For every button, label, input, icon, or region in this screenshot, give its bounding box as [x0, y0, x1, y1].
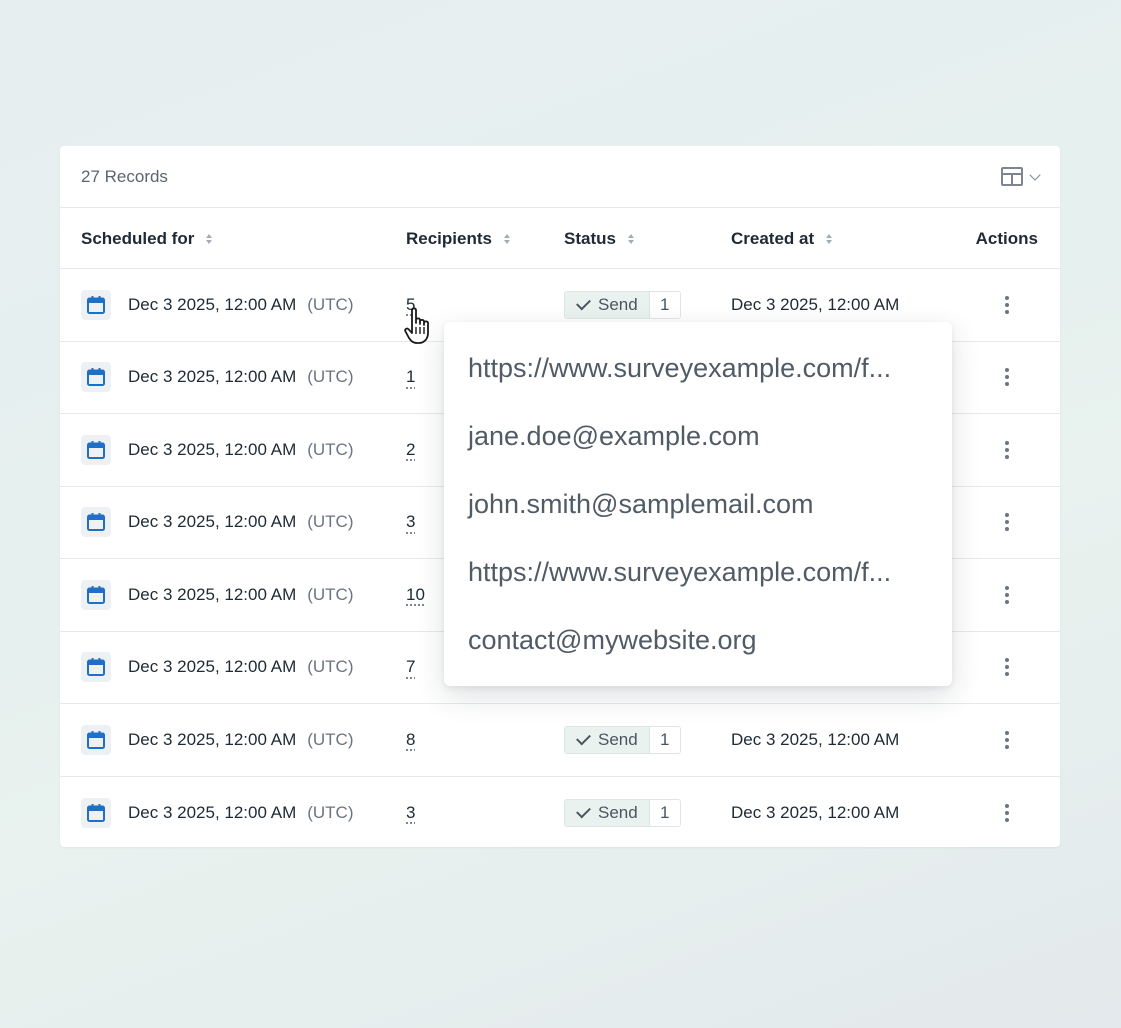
- timezone-label: (UTC): [307, 294, 354, 314]
- scheduled-date: Dec 3 2025, 12:00 AM: [128, 802, 297, 822]
- recipient-item[interactable]: contact@mywebsite.org: [444, 606, 952, 674]
- status-label: Send: [598, 802, 638, 822]
- recipient-item[interactable]: jane.doe@example.com: [444, 402, 952, 470]
- status-label: Send: [598, 729, 638, 749]
- calendar-icon: [81, 289, 111, 320]
- status-count: 1: [648, 726, 680, 753]
- hand-pointer-cursor: [404, 307, 429, 344]
- calendar-icon: [81, 434, 111, 465]
- table-toolbar: 27 Records: [60, 146, 1060, 208]
- timezone-label: (UTC): [307, 439, 354, 459]
- sort-icon[interactable]: [826, 234, 832, 244]
- created-date: Dec 3 2025, 12:00 AM: [731, 729, 900, 749]
- more-vertical-icon[interactable]: [994, 725, 1020, 755]
- scheduled-date: Dec 3 2025, 12:00 AM: [128, 512, 297, 532]
- recipients-count-link[interactable]: 2: [406, 440, 415, 460]
- recipients-count-link[interactable]: 8: [406, 730, 415, 750]
- timezone-label: (UTC): [307, 729, 354, 749]
- status-label: Send: [598, 294, 638, 314]
- scheduled-date: Dec 3 2025, 12:00 AM: [128, 729, 297, 749]
- more-vertical-icon[interactable]: [994, 290, 1020, 320]
- more-vertical-icon[interactable]: [994, 435, 1020, 465]
- timezone-label: (UTC): [307, 367, 354, 387]
- check-icon: [576, 730, 591, 746]
- chevron-down-icon: [1029, 168, 1041, 181]
- table-row: Dec 3 2025, 12:00 AM (UTC) 8 Send 1 Dec 3 202…: [60, 704, 1060, 777]
- recipients-count-link[interactable]: 7: [406, 657, 415, 677]
- recipient-item[interactable]: john.smith@samplemail.com: [444, 470, 952, 538]
- more-vertical-icon[interactable]: [994, 580, 1020, 610]
- recipients-popover: https://www.surveyexample.com/f... jane.…: [444, 322, 952, 686]
- recipient-item[interactable]: https://www.surveyexample.com/f...: [444, 538, 952, 606]
- recipient-item[interactable]: https://www.surveyexample.com/f...: [444, 334, 952, 402]
- calendar-icon: [81, 507, 111, 538]
- scheduled-date: Dec 3 2025, 12:00 AM: [128, 367, 297, 387]
- recipients-count-link[interactable]: 1: [406, 367, 415, 387]
- timezone-label: (UTC): [307, 512, 354, 532]
- timezone-label: (UTC): [307, 802, 354, 822]
- table-row: Dec 3 2025, 12:00 AM (UTC) 3 Send 1 Dec 3 202…: [60, 777, 1060, 848]
- timezone-label: (UTC): [307, 657, 354, 677]
- table-header: Scheduled for Recipients Status Created …: [60, 208, 1060, 269]
- more-vertical-icon[interactable]: [994, 652, 1020, 682]
- column-header-recipients[interactable]: Recipients: [406, 208, 510, 269]
- column-layout-toggle[interactable]: [1001, 167, 1041, 186]
- column-label: Actions: [975, 228, 1038, 248]
- recipients-count-link[interactable]: 3: [406, 512, 415, 532]
- column-header-actions: Actions: [976, 208, 1038, 269]
- recipients-count-link[interactable]: 10: [406, 585, 425, 605]
- calendar-icon: [81, 579, 111, 610]
- column-header-scheduled-for[interactable]: Scheduled for: [81, 208, 212, 269]
- sort-icon[interactable]: [628, 234, 634, 244]
- calendar-icon: [81, 362, 111, 393]
- status-badge[interactable]: Send 1: [564, 798, 681, 827]
- table-layout-icon: [1001, 167, 1023, 186]
- created-date: Dec 3 2025, 12:00 AM: [731, 294, 900, 314]
- column-label: Scheduled for: [81, 228, 195, 248]
- sort-icon[interactable]: [206, 234, 212, 244]
- status-badge[interactable]: Send 1: [564, 290, 681, 319]
- timezone-label: (UTC): [307, 584, 354, 604]
- column-label: Status: [564, 228, 616, 248]
- column-header-status[interactable]: Status: [564, 208, 634, 269]
- records-count: 27 Records: [81, 166, 168, 186]
- check-icon: [576, 295, 591, 311]
- scheduled-date: Dec 3 2025, 12:00 AM: [128, 439, 297, 459]
- calendar-icon: [81, 797, 111, 828]
- check-icon: [576, 803, 591, 819]
- scheduled-date: Dec 3 2025, 12:00 AM: [128, 294, 297, 314]
- status-badge[interactable]: Send 1: [564, 725, 681, 754]
- column-label: Recipients: [406, 228, 492, 248]
- status-count: 1: [648, 799, 680, 826]
- calendar-icon: [81, 652, 111, 683]
- more-vertical-icon[interactable]: [994, 798, 1020, 828]
- column-label: Created at: [731, 228, 815, 248]
- column-header-created-at[interactable]: Created at: [731, 208, 832, 269]
- more-vertical-icon[interactable]: [994, 362, 1020, 392]
- status-count: 1: [648, 291, 680, 318]
- recipients-count-link[interactable]: 3: [406, 803, 415, 823]
- sort-icon[interactable]: [504, 234, 510, 244]
- created-date: Dec 3 2025, 12:00 AM: [731, 802, 900, 822]
- scheduled-date: Dec 3 2025, 12:00 AM: [128, 657, 297, 677]
- scheduled-date: Dec 3 2025, 12:00 AM: [128, 584, 297, 604]
- calendar-icon: [81, 724, 111, 755]
- more-vertical-icon[interactable]: [994, 507, 1020, 537]
